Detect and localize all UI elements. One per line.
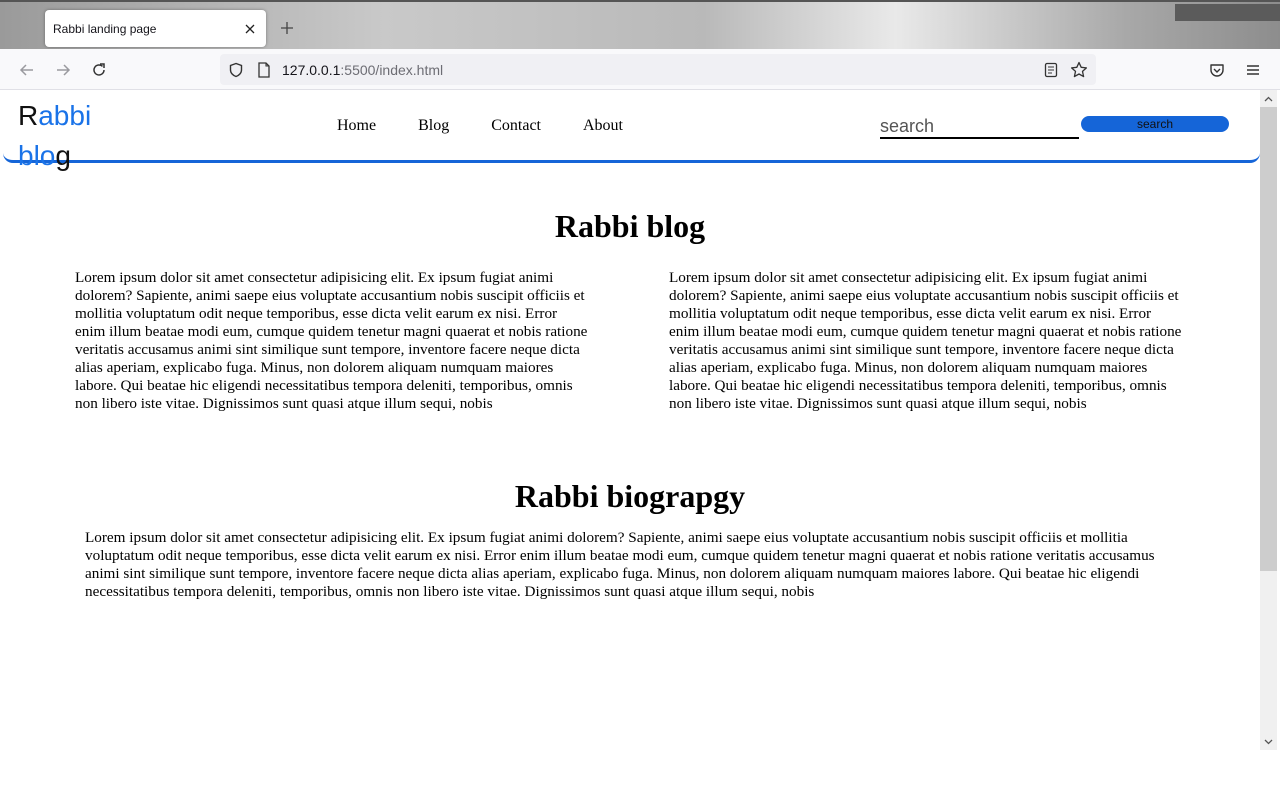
site-logo[interactable]: Rabbi blog	[18, 91, 91, 171]
scroll-down-icon[interactable]	[1260, 733, 1277, 750]
site-header: Rabbi blog Home Blog Contact About searc…	[3, 90, 1260, 171]
arrow-left-icon	[19, 64, 33, 76]
browser-toolbar: 127.0.0.1:5500/index.html	[0, 49, 1280, 90]
nav-link-about[interactable]: About	[583, 117, 623, 135]
pocket-icon	[1210, 64, 1224, 77]
tab-strip: Rabbi landing page	[0, 0, 1280, 49]
menu-button[interactable]	[1241, 58, 1265, 82]
reload-button[interactable]	[87, 58, 111, 82]
blog-column-left: Lorem ipsum dolor sit amet consectetur a…	[75, 269, 588, 412]
nav-link-contact[interactable]: Contact	[491, 117, 541, 135]
biography-heading: Rabbi biograpgy	[514, 478, 746, 514]
reload-icon	[93, 63, 105, 76]
url-text[interactable]: 127.0.0.1:5500/index.html	[282, 62, 443, 78]
logo-letter: g	[55, 140, 71, 171]
logo-text: blo	[18, 140, 56, 171]
url-path: :5500/index.html	[340, 62, 444, 78]
window-controls-area	[1175, 4, 1280, 21]
scroll-up-icon[interactable]	[1260, 90, 1277, 107]
star-icon[interactable]	[1070, 61, 1088, 79]
tab-title: Rabbi landing page	[53, 21, 157, 36]
url-host: 127.0.0.1	[282, 62, 341, 78]
address-bar[interactable]: 127.0.0.1:5500/index.html	[220, 54, 1096, 85]
logo-text: abbi	[38, 100, 92, 131]
page-viewport: Rabbi blog Home Blog Contact About searc…	[0, 90, 1260, 750]
logo-line-1: Rabbi	[18, 91, 91, 141]
vertical-scrollbar[interactable]	[1260, 90, 1277, 750]
pocket-button[interactable]	[1205, 58, 1229, 82]
blog-column-right: Lorem ipsum dolor sit amet consectetur a…	[669, 269, 1182, 412]
new-tab-button[interactable]	[275, 16, 299, 40]
reader-view-icon[interactable]	[1042, 61, 1060, 79]
plus-icon	[281, 22, 293, 34]
nav-link-blog[interactable]: Blog	[418, 117, 449, 135]
hamburger-menu-icon	[1247, 65, 1259, 75]
nav-link-home[interactable]: Home	[337, 117, 376, 135]
page-icon[interactable]	[255, 61, 273, 79]
search-button[interactable]: search	[1081, 116, 1229, 132]
forward-button[interactable]	[51, 58, 75, 82]
blog-heading: Rabbi blog	[554, 208, 706, 244]
shield-icon[interactable]	[227, 61, 245, 79]
arrow-right-icon	[57, 64, 71, 76]
logo-line-2: blog	[18, 141, 91, 171]
scrollbar-thumb[interactable]	[1260, 107, 1277, 571]
logo-letter: R	[18, 100, 39, 131]
main-nav: Home Blog Contact About	[337, 117, 665, 135]
close-icon[interactable]	[236, 15, 264, 43]
back-button[interactable]	[15, 58, 39, 82]
browser-tab[interactable]: Rabbi landing page	[45, 10, 266, 47]
search-input[interactable]	[880, 115, 1079, 139]
biography-text: Lorem ipsum dolor sit amet consectetur a…	[85, 529, 1155, 600]
